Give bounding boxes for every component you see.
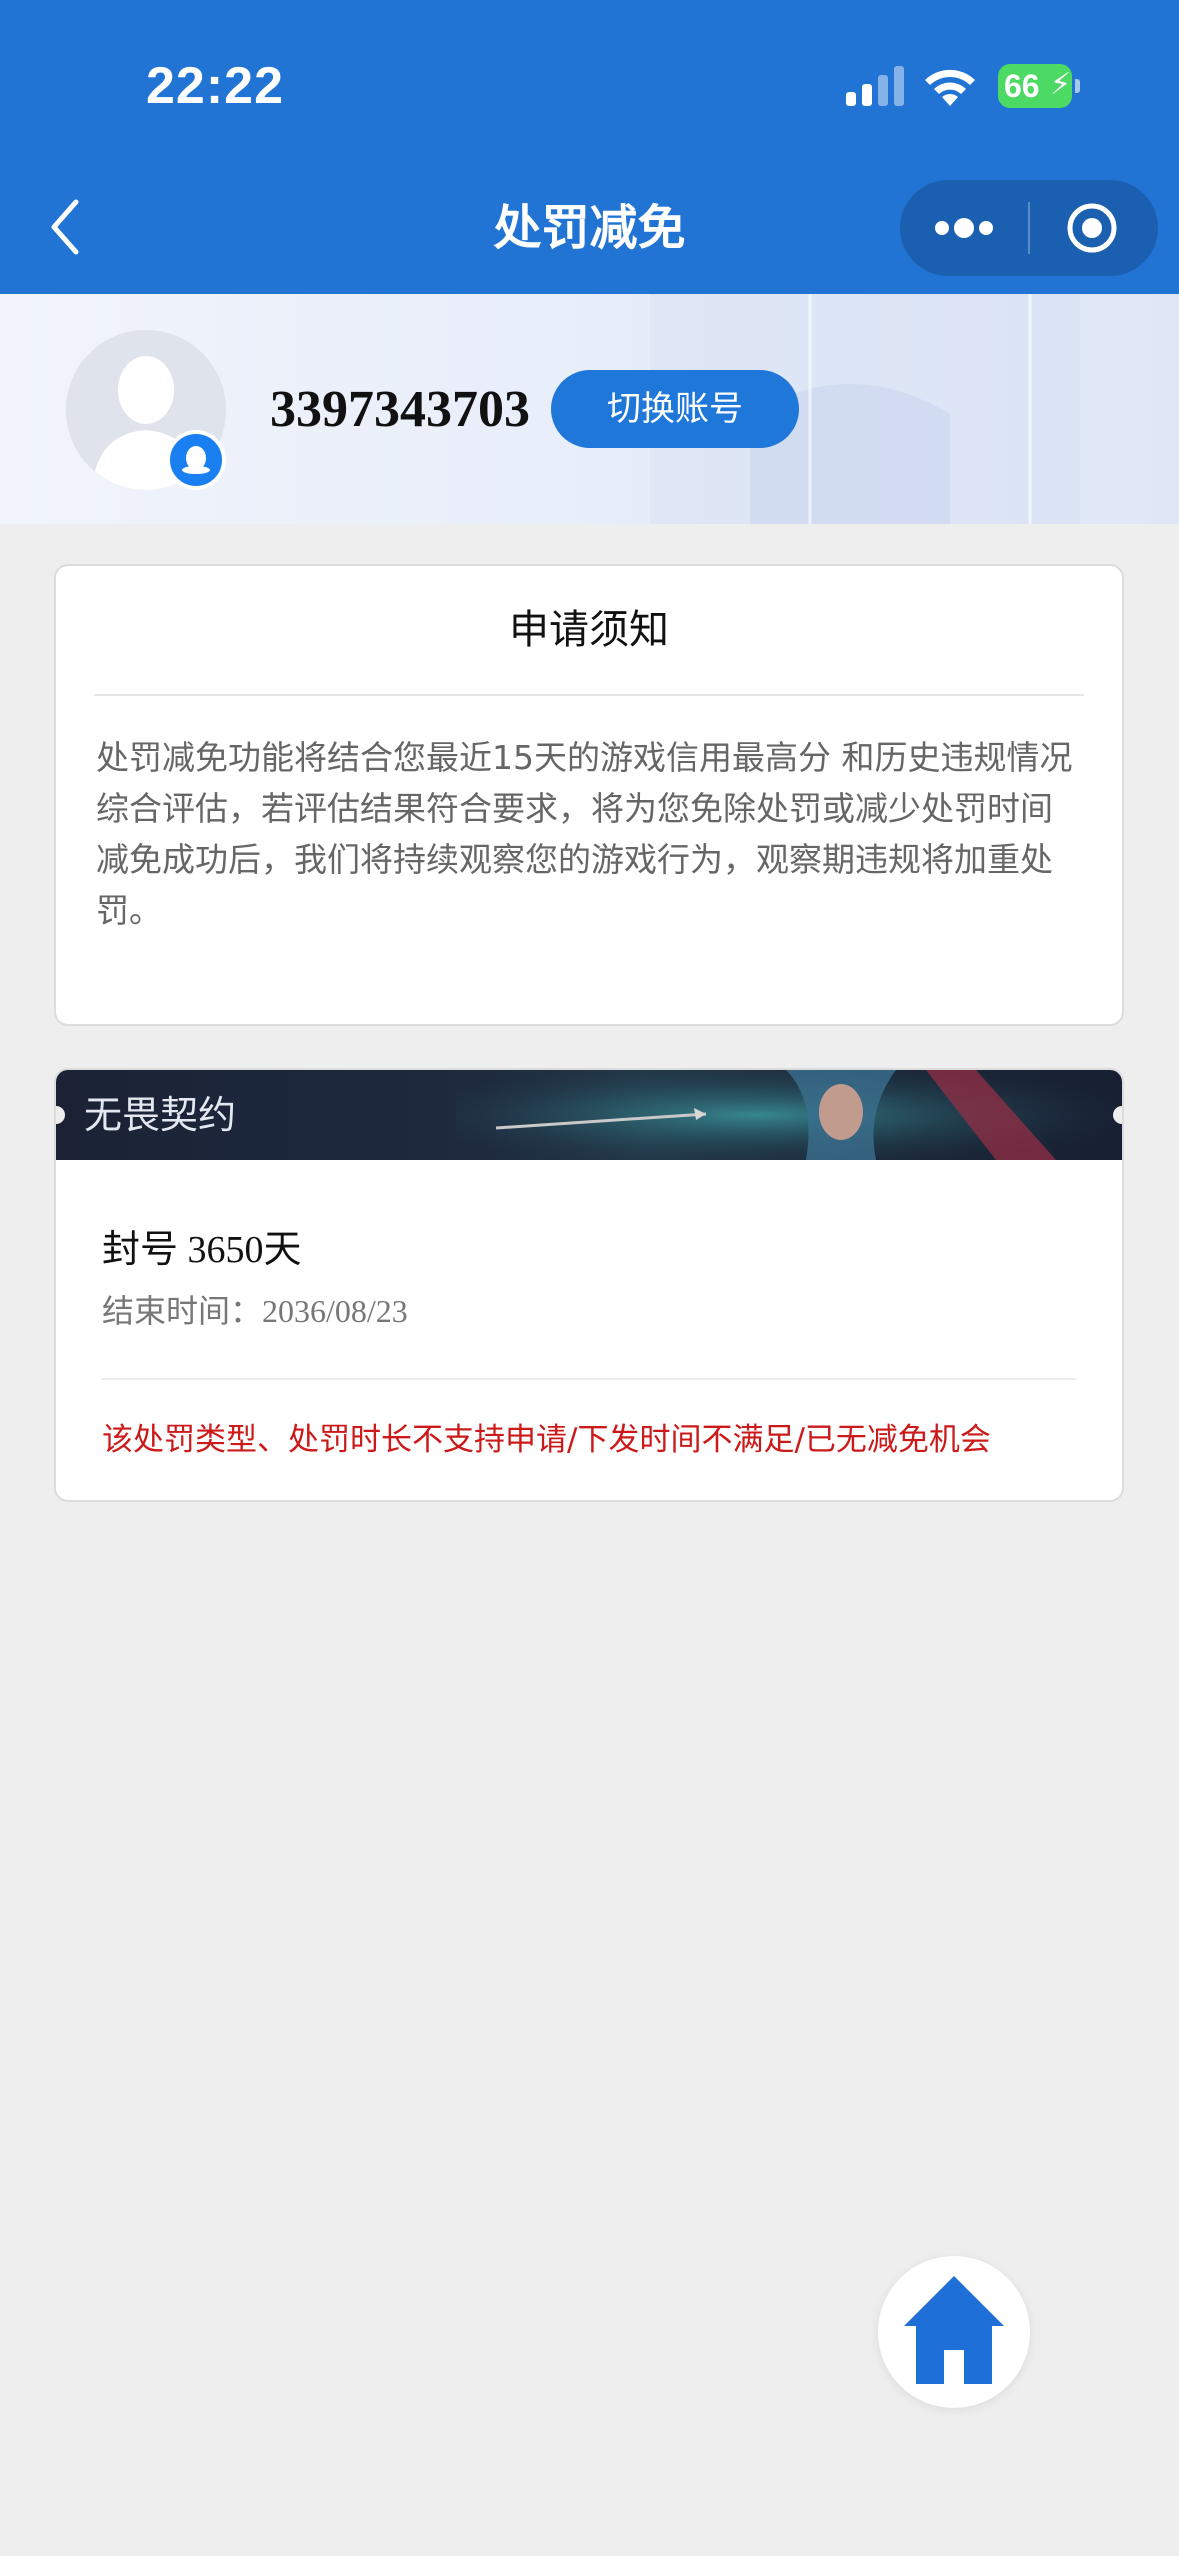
target-circle-icon[interactable]: [1030, 180, 1158, 276]
status-time: 22:22: [146, 57, 284, 115]
penalty-type: 封号 3650天: [102, 1229, 302, 1271]
cellular-signal-icon: [846, 66, 904, 106]
profile-banner: 3397343703 切换账号: [0, 294, 1179, 524]
divider: [102, 1378, 1076, 1380]
game-name: 无畏契约: [84, 1093, 237, 1137]
home-icon: [904, 2276, 1004, 2384]
notice-paragraph: 处罚减免功能将结合您最近15天的游戏信用最高分 和历史违规情况综合评估，若评估结…: [96, 738, 1073, 828]
mini-program-capsule: [900, 180, 1158, 276]
divider: [94, 694, 1084, 696]
game-banner: 无畏契约: [56, 1070, 1122, 1160]
top-bar: 22:22 66 ⚡ 处罚减免: [0, 0, 1179, 294]
battery-level: 66: [1004, 68, 1040, 104]
game-character-art: [456, 1070, 1122, 1160]
home-button[interactable]: [878, 2256, 1030, 2408]
bolt-icon: ⚡: [1050, 67, 1072, 102]
notice-title: 申请须知: [509, 607, 669, 653]
penalty-end-time: 结束时间：2036/08/23: [102, 1293, 408, 1329]
penalty-ineligible-note: 该处罚类型、处罚时长不支持申请/下发时间不满足/已无减免机会: [102, 1422, 991, 1458]
notice-paragraph: 减免成功后，我们将持续观察您的游戏行为，观察期违规将加重处罚。: [96, 840, 1053, 930]
wifi-icon: [925, 69, 975, 106]
penalty-card: 无畏契约 封号 3650天 结束时间：2036/08/23 该处罚类型、处罚时长…: [54, 1068, 1124, 1502]
notice-card: 申请须知 处罚减免功能将结合您最近15天的游戏信用最高分 和历史违规情况综合评估…: [54, 564, 1124, 1026]
notice-body: 处罚减免功能将结合您最近15天的游戏信用最高分 和历史违规情况综合评估，若评估结…: [96, 732, 1082, 936]
battery-charging-icon: 66 ⚡: [998, 64, 1080, 110]
switch-account-button[interactable]: 切换账号: [551, 370, 799, 448]
more-dots-icon[interactable]: [900, 180, 1028, 276]
account-id: 3397343703: [270, 381, 530, 438]
qq-penguin-icon: [166, 430, 226, 490]
